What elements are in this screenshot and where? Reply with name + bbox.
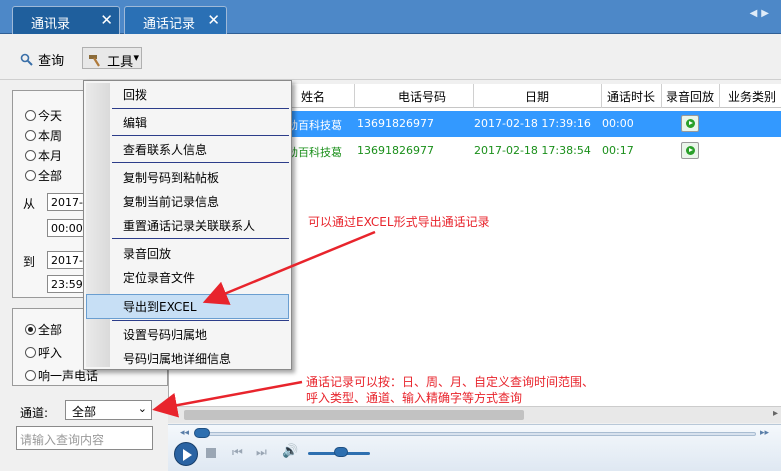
arrow-to-channel: [152, 380, 303, 418]
annotation-arrows: [152, 230, 376, 418]
arrow-to-export: [202, 230, 376, 305]
